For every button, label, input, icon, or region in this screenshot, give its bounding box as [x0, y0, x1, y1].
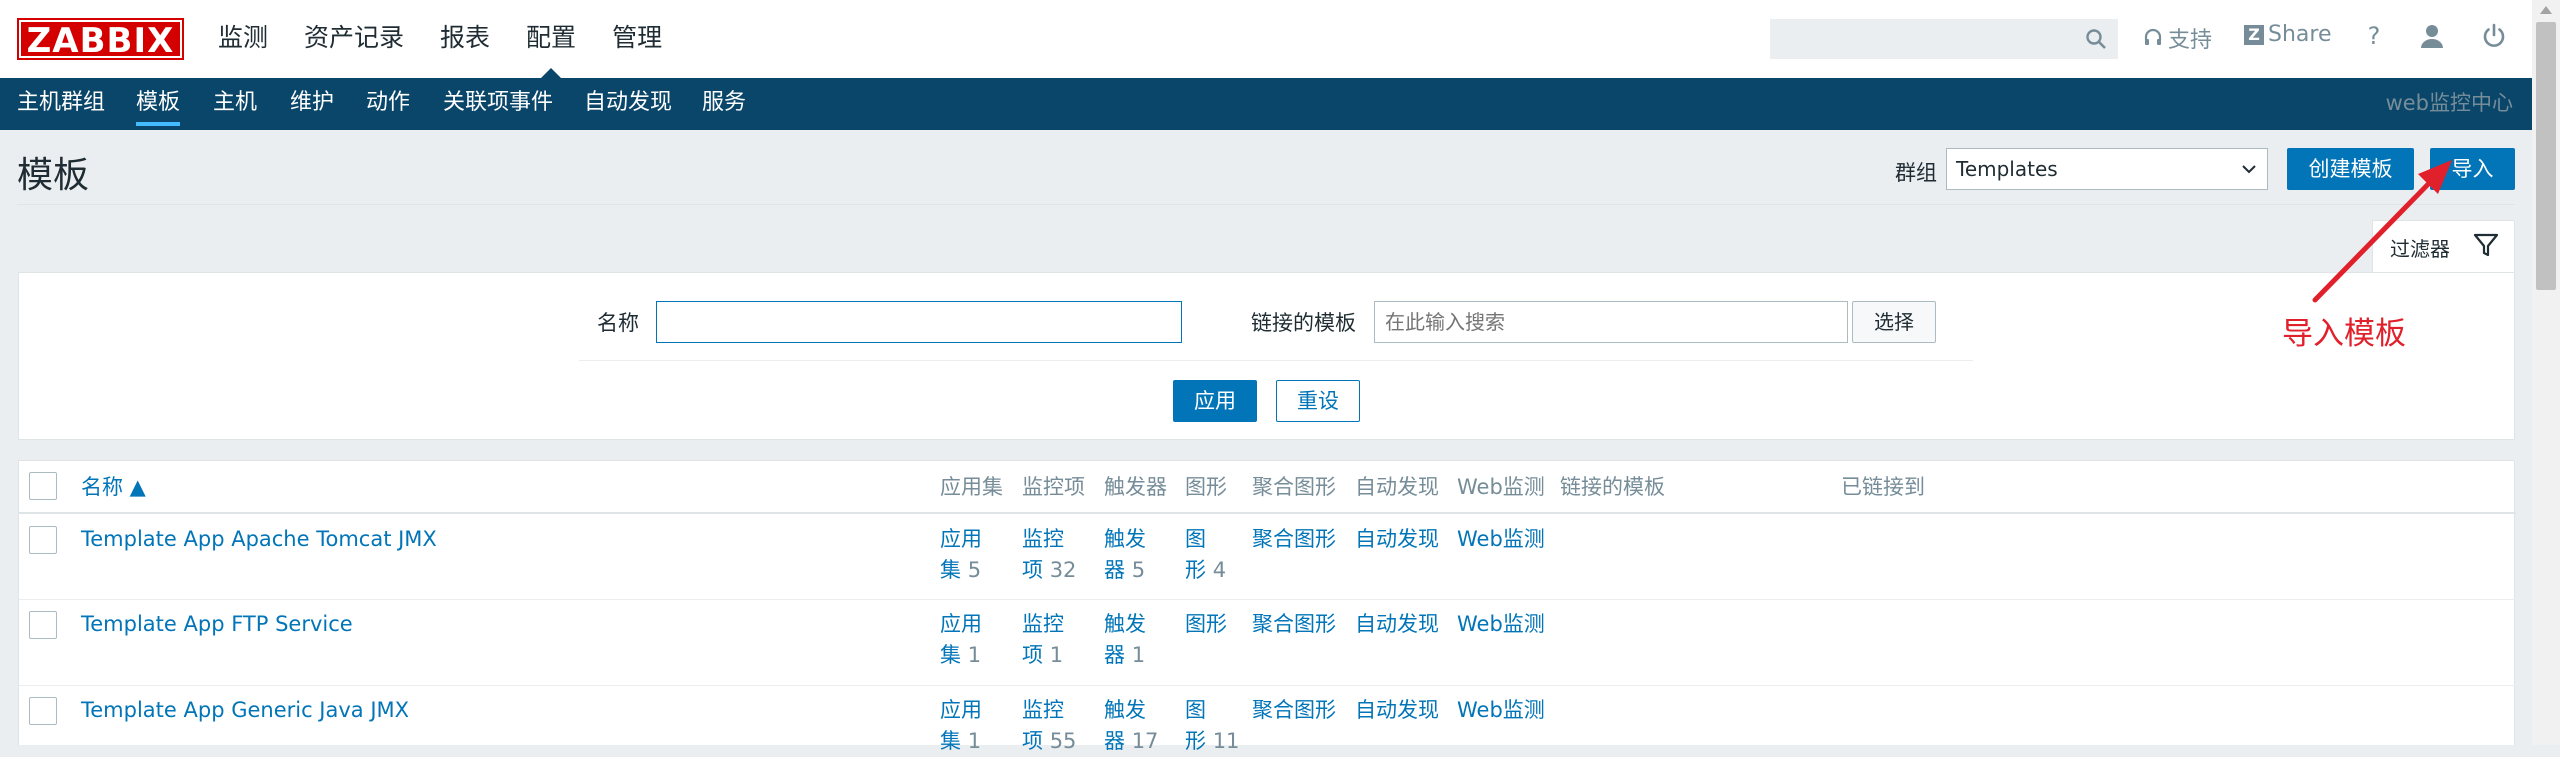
share-label: Share [2268, 22, 2332, 47]
screens-link[interactable]: 聚合图形 [1252, 609, 1336, 640]
applications-link[interactable]: 应用集 1 [940, 695, 982, 757]
sub-nav: 主机群组 模板 主机 维护 动作 关联项事件 自动发现 服务 web监控中心 [0, 78, 2532, 130]
headset-icon [2144, 28, 2162, 45]
column-header-items: 监控项 [1022, 475, 1085, 499]
filter-icon [2473, 233, 2499, 257]
discovery-link[interactable]: 自动发现 [1355, 524, 1439, 555]
column-header-triggers: 触发器 [1104, 475, 1167, 499]
filter-panel: 名称 链接的模板 选择 应用 重设 [18, 272, 2515, 440]
nav-monitoring[interactable]: 监测 [218, 0, 268, 78]
support-link[interactable]: 支持 [2143, 22, 2212, 54]
web-link[interactable]: Web监测 [1457, 609, 1545, 640]
graphs-link[interactable]: 图形 11 [1185, 695, 1239, 757]
applications-link[interactable]: 应用集 5 [940, 524, 982, 586]
support-label: 支持 [2168, 28, 2213, 53]
graphs-link[interactable]: 图形 4 [1185, 524, 1226, 586]
nav-configuration[interactable]: 配置 [526, 0, 576, 78]
server-name: web监控中心 [2385, 91, 2513, 115]
subnav-actions[interactable]: 动作 [366, 78, 410, 128]
select-button[interactable]: 选择 [1852, 301, 1936, 343]
subnav-services[interactable]: 服务 [702, 78, 746, 128]
table-header-divider [19, 512, 2516, 514]
column-header-web: Web监测 [1457, 475, 1545, 499]
global-search-input[interactable] [1770, 19, 2118, 59]
column-header-applications: 应用集 [940, 475, 1003, 499]
filter-linked-templates-label: 链接的模板 [1251, 311, 1356, 335]
select-all-checkbox[interactable] [29, 472, 57, 500]
screens-link[interactable]: 聚合图形 [1252, 524, 1336, 555]
apply-button[interactable]: 应用 [1173, 380, 1257, 422]
items-link[interactable]: 监控项 55 [1022, 695, 1076, 757]
user-icon[interactable] [2418, 22, 2446, 50]
row-divider [19, 599, 2516, 600]
row-divider [19, 685, 2516, 686]
template-name-link[interactable]: Template App Apache Tomcat JMX [81, 524, 437, 555]
subnav-templates[interactable]: 模板 [136, 78, 181, 128]
scrollbar-thumb[interactable] [2536, 22, 2556, 290]
column-header-linked-templates: 链接的模板 [1560, 475, 1665, 499]
page-title: 模板 [17, 155, 90, 196]
templates-table: 名称 ▲ 应用集 监控项 触发器 图形 聚合图形 自动发现 Web监测 链接的模… [18, 460, 2516, 753]
search-icon[interactable] [2085, 28, 2107, 50]
subnav-hosts[interactable]: 主机 [213, 78, 257, 128]
header-divider [17, 204, 2515, 205]
discovery-link[interactable]: 自动发现 [1355, 609, 1439, 640]
filter-linked-templates-input[interactable] [1374, 301, 1848, 343]
power-icon[interactable] [2480, 22, 2508, 50]
group-select-value: Templates [1956, 157, 2058, 181]
triggers-link[interactable]: 触发器 1 [1104, 609, 1146, 671]
share-link[interactable]: Z Share [2244, 22, 2332, 47]
web-link[interactable]: Web监测 [1457, 524, 1545, 555]
filter-divider [579, 360, 1973, 361]
items-link[interactable]: 监控项 1 [1022, 609, 1064, 671]
screens-link[interactable]: 聚合图形 [1252, 695, 1336, 726]
template-name-link[interactable]: Template App Generic Java JMX [81, 695, 409, 726]
filter-name-input[interactable] [656, 301, 1182, 343]
triggers-link[interactable]: 触发器 17 [1104, 695, 1158, 757]
annotation-label: 导入模板 [2282, 316, 2406, 352]
zabbix-share-icon: Z [2244, 24, 2264, 45]
items-link[interactable]: 监控项 32 [1022, 524, 1076, 586]
nav-inventory[interactable]: 资产记录 [304, 0, 404, 78]
scroll-up-arrow-icon[interactable] [2540, 6, 2552, 14]
group-label: 群组 [1895, 161, 1937, 185]
help-icon[interactable]: ? [2360, 22, 2388, 50]
column-header-linked-to: 已链接到 [1841, 475, 1925, 499]
triggers-link[interactable]: 触发器 5 [1104, 524, 1146, 586]
reset-button[interactable]: 重设 [1276, 380, 1360, 422]
column-header-screens: 聚合图形 [1252, 475, 1336, 499]
row-checkbox[interactable] [29, 697, 57, 725]
template-name-link[interactable]: Template App FTP Service [81, 609, 353, 640]
subnav-discovery[interactable]: 自动发现 [584, 78, 672, 128]
nav-reports[interactable]: 报表 [440, 0, 490, 78]
row-checkbox[interactable] [29, 611, 57, 639]
annotation-arrow [2312, 160, 2452, 303]
zabbix-logo[interactable]: ZABBIX [17, 18, 184, 61]
chevron-down-icon [2242, 165, 2256, 174]
group-select[interactable]: Templates [1946, 148, 2268, 190]
nav-administration[interactable]: 管理 [612, 0, 662, 78]
discovery-link[interactable]: 自动发现 [1355, 695, 1439, 726]
graphs-link[interactable]: 图形 [1185, 609, 1227, 640]
main-nav: 监测 资产记录 报表 配置 管理 [218, 0, 698, 78]
subnav-event-correlation[interactable]: 关联项事件 [443, 78, 553, 128]
web-link[interactable]: Web监测 [1457, 695, 1545, 726]
column-header-name[interactable]: 名称 ▲ [81, 471, 146, 501]
subnav-maintenance[interactable]: 维护 [290, 78, 334, 128]
row-checkbox[interactable] [29, 526, 57, 554]
top-header: ZABBIX 监测 资产记录 报表 配置 管理 支持 Z Share ? [0, 0, 2532, 78]
filter-name-label: 名称 [597, 311, 639, 335]
column-header-graphs: 图形 [1185, 475, 1227, 499]
applications-link[interactable]: 应用集 1 [940, 609, 982, 671]
page-scrollbar[interactable] [2532, 0, 2560, 745]
column-header-discovery: 自动发现 [1355, 475, 1439, 499]
subnav-host-groups[interactable]: 主机群组 [17, 78, 105, 128]
